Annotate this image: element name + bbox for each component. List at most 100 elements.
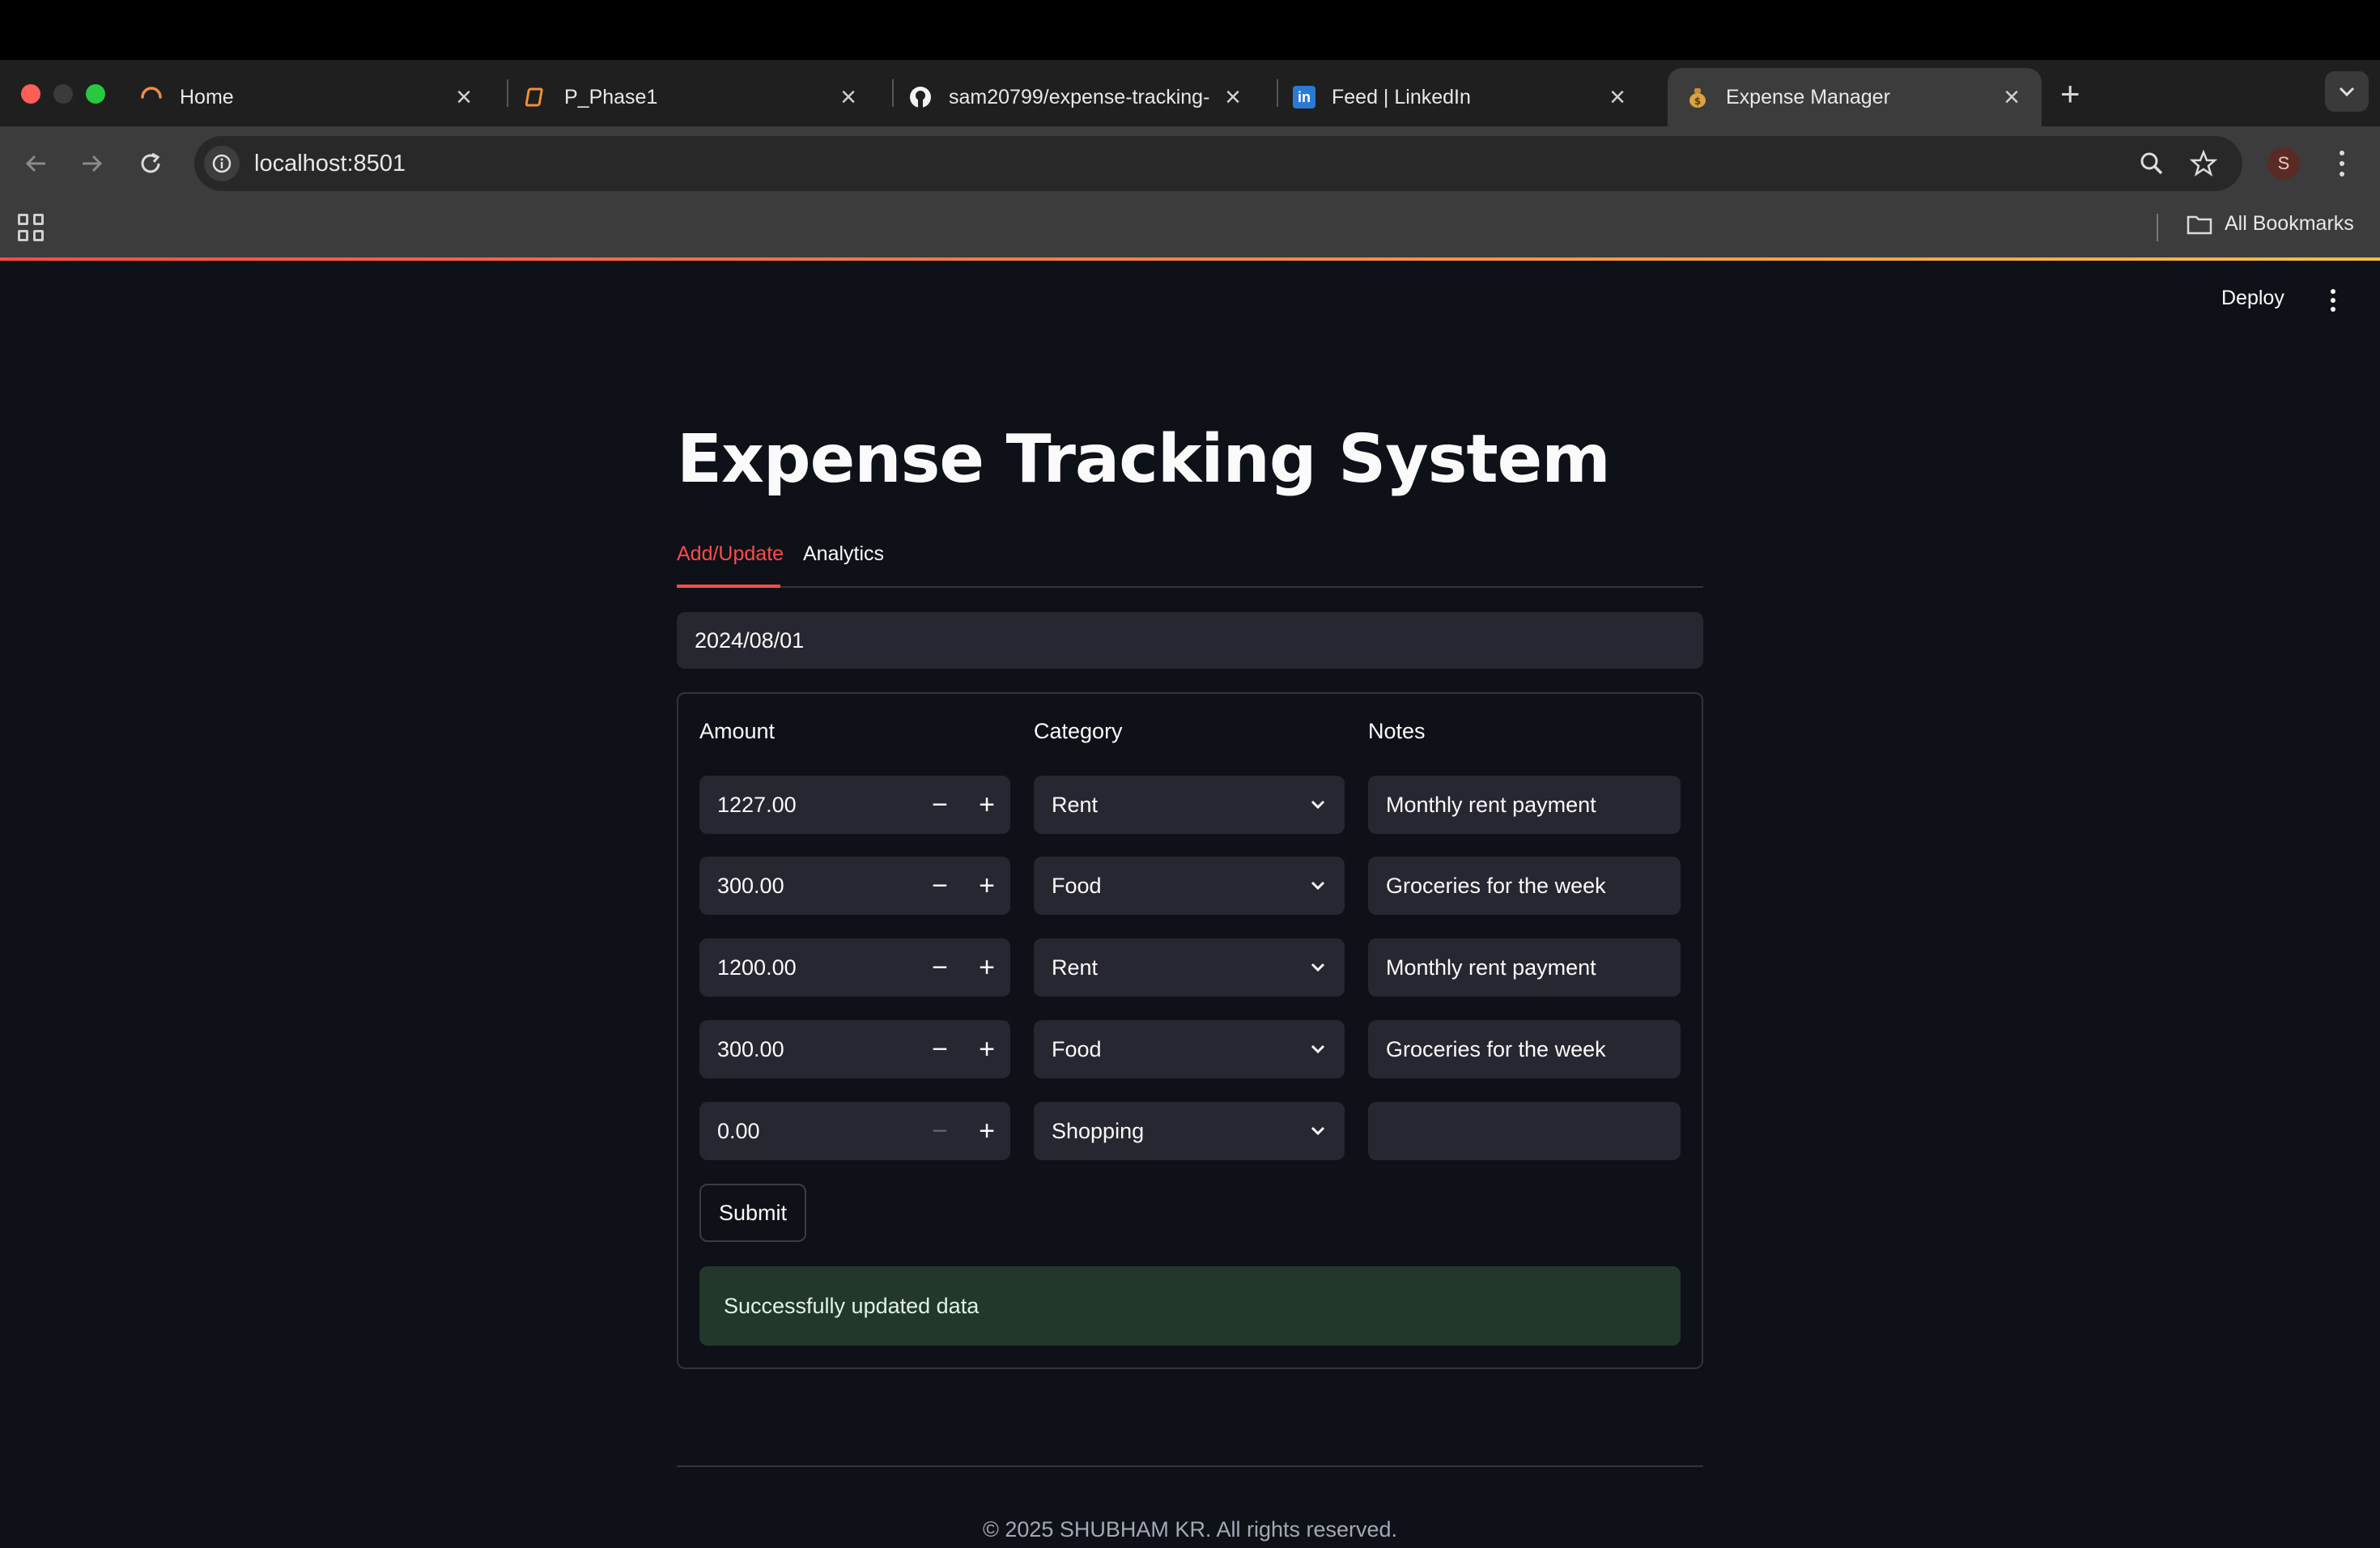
chevron-down-icon bbox=[1311, 881, 1325, 891]
profile-avatar[interactable]: S bbox=[2267, 147, 2300, 180]
app-tabs: Add/Update Analytics bbox=[677, 534, 1703, 588]
page-title: Expense Tracking System bbox=[677, 421, 1611, 498]
bookmarks-bar bbox=[0, 201, 2380, 257]
date-input[interactable]: 2024/08/01 bbox=[677, 612, 1703, 669]
chevron-down-icon bbox=[1311, 963, 1325, 972]
browser-tab-expense-manager[interactable]: $ Expense Manager × bbox=[1668, 68, 2042, 126]
category-value: Shopping bbox=[1052, 1118, 1145, 1143]
bookmarks-separator bbox=[2157, 214, 2158, 241]
notes-input[interactable]: Monthly rent payment bbox=[1368, 938, 1681, 997]
browser-tab-github[interactable]: sam20799/expense-tracking- × bbox=[890, 68, 1263, 126]
increment-button[interactable]: + bbox=[963, 776, 1010, 834]
success-alert: Successfully updated data bbox=[699, 1266, 1681, 1346]
new-tab-button[interactable]: + bbox=[2060, 74, 2080, 113]
footer-text: © 2025 SHUBHAM KR. All rights reserved. bbox=[982, 1517, 1398, 1542]
tab-label: Feed | LinkedIn bbox=[1332, 85, 1471, 108]
minimize-window-button[interactable] bbox=[53, 84, 73, 104]
apps-grid-icon[interactable] bbox=[18, 214, 45, 241]
chevron-down-icon bbox=[1311, 1126, 1325, 1136]
category-select[interactable]: Food bbox=[1034, 857, 1345, 915]
back-button[interactable] bbox=[18, 146, 53, 181]
maximize-window-button[interactable] bbox=[86, 84, 105, 104]
tab-label: P_Phase1 bbox=[564, 85, 658, 108]
deploy-button[interactable]: Deploy bbox=[2221, 287, 2284, 310]
browser-tab-p-phase1[interactable]: P_Phase1 × bbox=[506, 68, 878, 126]
notes-input[interactable]: Monthly rent payment bbox=[1368, 776, 1681, 834]
chevron-down-icon bbox=[1311, 1044, 1325, 1054]
amount-column-header: Amount bbox=[699, 719, 776, 743]
browser-menu-icon[interactable] bbox=[2330, 147, 2354, 180]
loading-spinner-icon bbox=[139, 85, 164, 109]
reload-button[interactable] bbox=[133, 146, 168, 181]
close-window-button[interactable] bbox=[21, 84, 40, 104]
category-select[interactable]: Food bbox=[1034, 1020, 1345, 1078]
active-tab-indicator bbox=[677, 585, 780, 588]
amount-value[interactable]: 1227.00 bbox=[699, 793, 916, 818]
tab-search-button[interactable] bbox=[2325, 71, 2369, 112]
system-top-bar bbox=[0, 0, 2380, 60]
decrement-button[interactable]: − bbox=[916, 1102, 963, 1160]
amount-value[interactable]: 300.00 bbox=[699, 874, 916, 899]
tab-add-update[interactable]: Add/Update bbox=[677, 542, 784, 566]
amount-input: 1227.00 − + bbox=[699, 776, 1010, 834]
tab-label: Home bbox=[180, 85, 234, 108]
forward-button[interactable] bbox=[74, 146, 110, 181]
close-tab-icon[interactable]: × bbox=[2000, 82, 2024, 113]
arrow-right-icon bbox=[83, 155, 103, 172]
close-tab-icon[interactable]: × bbox=[836, 82, 861, 113]
increment-button[interactable]: + bbox=[963, 857, 1010, 915]
amount-value[interactable]: 0.00 bbox=[699, 1119, 916, 1144]
decrement-button[interactable]: − bbox=[916, 857, 963, 915]
linkedin-icon: in bbox=[1293, 86, 1315, 108]
github-icon bbox=[908, 85, 933, 109]
category-select[interactable]: Shopping bbox=[1034, 1102, 1345, 1160]
all-bookmarks-label: All Bookmarks bbox=[2225, 212, 2354, 235]
category-value: Food bbox=[1052, 1036, 1102, 1061]
category-value: Rent bbox=[1052, 955, 1099, 980]
browser-tab-linkedin[interactable]: in Feed | LinkedIn × bbox=[1275, 68, 1647, 126]
close-tab-icon[interactable]: × bbox=[1221, 82, 1245, 113]
decrement-button[interactable]: − bbox=[916, 776, 963, 834]
amount-input: 300.00 − + bbox=[699, 857, 1010, 915]
app-menu-icon[interactable] bbox=[2325, 287, 2341, 314]
site-info-icon[interactable] bbox=[204, 146, 240, 181]
category-select[interactable]: Rent bbox=[1034, 938, 1345, 997]
zoom-icon[interactable] bbox=[2136, 147, 2168, 180]
close-tab-icon[interactable]: × bbox=[452, 82, 476, 113]
category-value: Food bbox=[1052, 873, 1102, 898]
chevron-down-icon bbox=[2339, 87, 2355, 97]
arrow-left-icon bbox=[25, 155, 45, 172]
increment-button[interactable]: + bbox=[963, 938, 1010, 997]
decrement-button[interactable]: − bbox=[916, 1020, 963, 1078]
notes-column-header: Notes bbox=[1368, 719, 1426, 743]
url-text: localhost:8501 bbox=[254, 151, 406, 176]
submit-button[interactable]: Submit bbox=[699, 1184, 806, 1242]
decrement-button[interactable]: − bbox=[916, 938, 963, 997]
reload-icon bbox=[141, 152, 160, 173]
app-header-decoration bbox=[0, 257, 2380, 261]
tab-label: Expense Manager bbox=[1726, 85, 1890, 108]
notes-input[interactable]: Groceries for the week bbox=[1368, 857, 1681, 915]
amount-input: 0.00 − + bbox=[699, 1102, 1010, 1160]
tab-analytics[interactable]: Analytics bbox=[803, 542, 884, 566]
money-bag-icon: $ bbox=[1685, 85, 1710, 109]
amount-input: 1200.00 − + bbox=[699, 938, 1010, 997]
category-select[interactable]: Rent bbox=[1034, 776, 1345, 834]
category-value: Rent bbox=[1052, 792, 1099, 817]
folder-icon bbox=[2187, 215, 2212, 234]
address-bar[interactable]: localhost:8501 bbox=[194, 136, 2242, 191]
notes-input[interactable]: Groceries for the week bbox=[1368, 1020, 1681, 1078]
increment-button[interactable]: + bbox=[963, 1102, 1010, 1160]
all-bookmarks-button[interactable]: All Bookmarks bbox=[2186, 212, 2354, 236]
amount-value[interactable]: 1200.00 bbox=[699, 955, 916, 980]
tab-label: sam20799/expense-tracking- bbox=[949, 85, 1210, 108]
category-column-header: Category bbox=[1034, 719, 1123, 743]
footer-divider bbox=[677, 1465, 1703, 1467]
increment-button[interactable]: + bbox=[963, 1020, 1010, 1078]
browser-tab-home[interactable]: Home × bbox=[121, 68, 494, 126]
amount-value[interactable]: 300.00 bbox=[699, 1037, 916, 1062]
bookmark-star-icon[interactable] bbox=[2187, 147, 2220, 180]
chevron-down-icon bbox=[1311, 800, 1325, 810]
notes-input[interactable] bbox=[1368, 1102, 1681, 1160]
close-tab-icon[interactable]: × bbox=[1605, 82, 1630, 113]
